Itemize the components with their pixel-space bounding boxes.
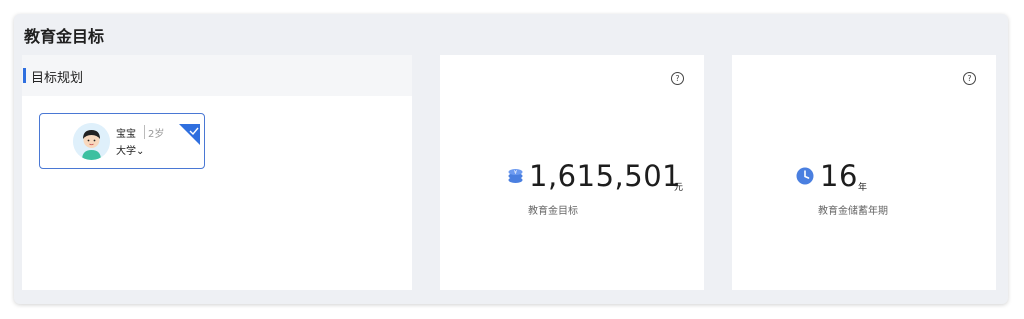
saving-years-value: 16 (820, 159, 858, 193)
svg-text:¥: ¥ (514, 170, 517, 176)
goal-amount-card: ? ¥ 1,615,501 元 教育金目标 (440, 55, 704, 290)
goal-amount-unit: 元 (674, 183, 684, 193)
saving-years-label: 教育金储蓄年期 (818, 206, 888, 217)
help-icon[interactable]: ? (963, 72, 976, 85)
child-name: 宝宝 (116, 129, 136, 140)
goal-label: 大学 (116, 146, 136, 157)
title-accent-bar (23, 68, 26, 83)
saving-years-card: ? 16 年 教育金储蓄年期 (732, 55, 996, 290)
goal-amount-value: 1,615,501 (529, 159, 682, 193)
panel-title: 教育金目标 (24, 27, 105, 46)
plan-header: 目标规划 (22, 55, 412, 96)
selected-check-icon (179, 124, 200, 145)
coins-icon: ¥ (508, 169, 523, 183)
child-avatar-icon (73, 123, 110, 160)
chevron-down-icon: ⌄ (136, 146, 145, 157)
help-icon[interactable]: ? (671, 72, 684, 85)
child-card[interactable]: 宝宝 2岁 大学⌄ (39, 113, 205, 169)
goal-amount-label: 教育金目标 (528, 206, 578, 217)
plan-title: 目标规划 (31, 71, 84, 86)
divider (144, 125, 145, 139)
saving-years-unit: 年 (858, 183, 868, 193)
education-goal-panel: 教育金目标 目标规划 宝宝 2岁 大学⌄ ? ¥ 1,615,501 元 教育金… (14, 14, 1008, 304)
goal-plan-card: 目标规划 宝宝 2岁 大学⌄ (22, 55, 412, 290)
clock-icon (796, 167, 814, 185)
child-age: 2岁 (148, 129, 165, 140)
goal-dropdown[interactable]: 大学⌄ (116, 142, 144, 157)
